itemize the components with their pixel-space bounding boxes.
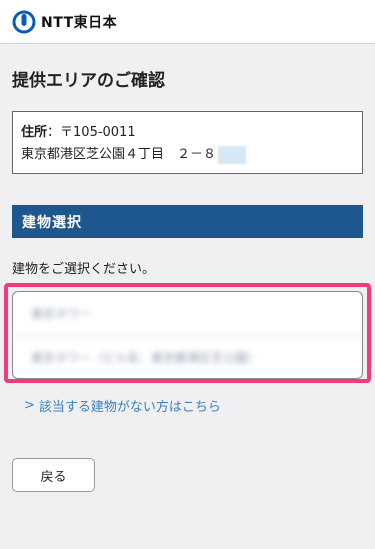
back-button-label: 戻る <box>40 469 67 485</box>
section-header-building-select: 建物選択 <box>12 205 363 238</box>
chevron-right-icon: > <box>24 398 35 413</box>
building-not-found-link[interactable]: > 該当する建物がない方はこちら <box>24 396 221 415</box>
page-title: 提供エリアのご確認 <box>12 71 165 91</box>
link-text: 該当する建物がない方はこちら <box>38 400 221 415</box>
back-button[interactable]: 戻る <box>12 458 95 492</box>
site-header: NTT東日本 <box>0 0 375 44</box>
brand-name[interactable]: NTT東日本 <box>41 12 117 32</box>
address-label: 住所 <box>21 125 48 140</box>
highlight-frame <box>4 283 371 383</box>
ntt-logo-icon[interactable] <box>12 10 36 34</box>
address-postal-code: 〒105-0011 <box>60 125 136 140</box>
address-redacted <box>218 146 247 164</box>
section-title: 建物選択 <box>22 214 82 231</box>
address-separator: ： <box>47 125 61 140</box>
address-street: 東京都港区芝公園４丁目 ２－８ <box>21 147 217 162</box>
address-street-line: 東京都港区芝公園４丁目 ２－８ <box>21 144 354 166</box>
select-prompt: 建物をご選択ください。 <box>12 262 156 277</box>
address-postal-line: 住所 ： 〒105-0011 <box>21 122 354 144</box>
address-box: 住所 ： 〒105-0011 東京都港区芝公園４丁目 ２－８ <box>12 111 363 174</box>
